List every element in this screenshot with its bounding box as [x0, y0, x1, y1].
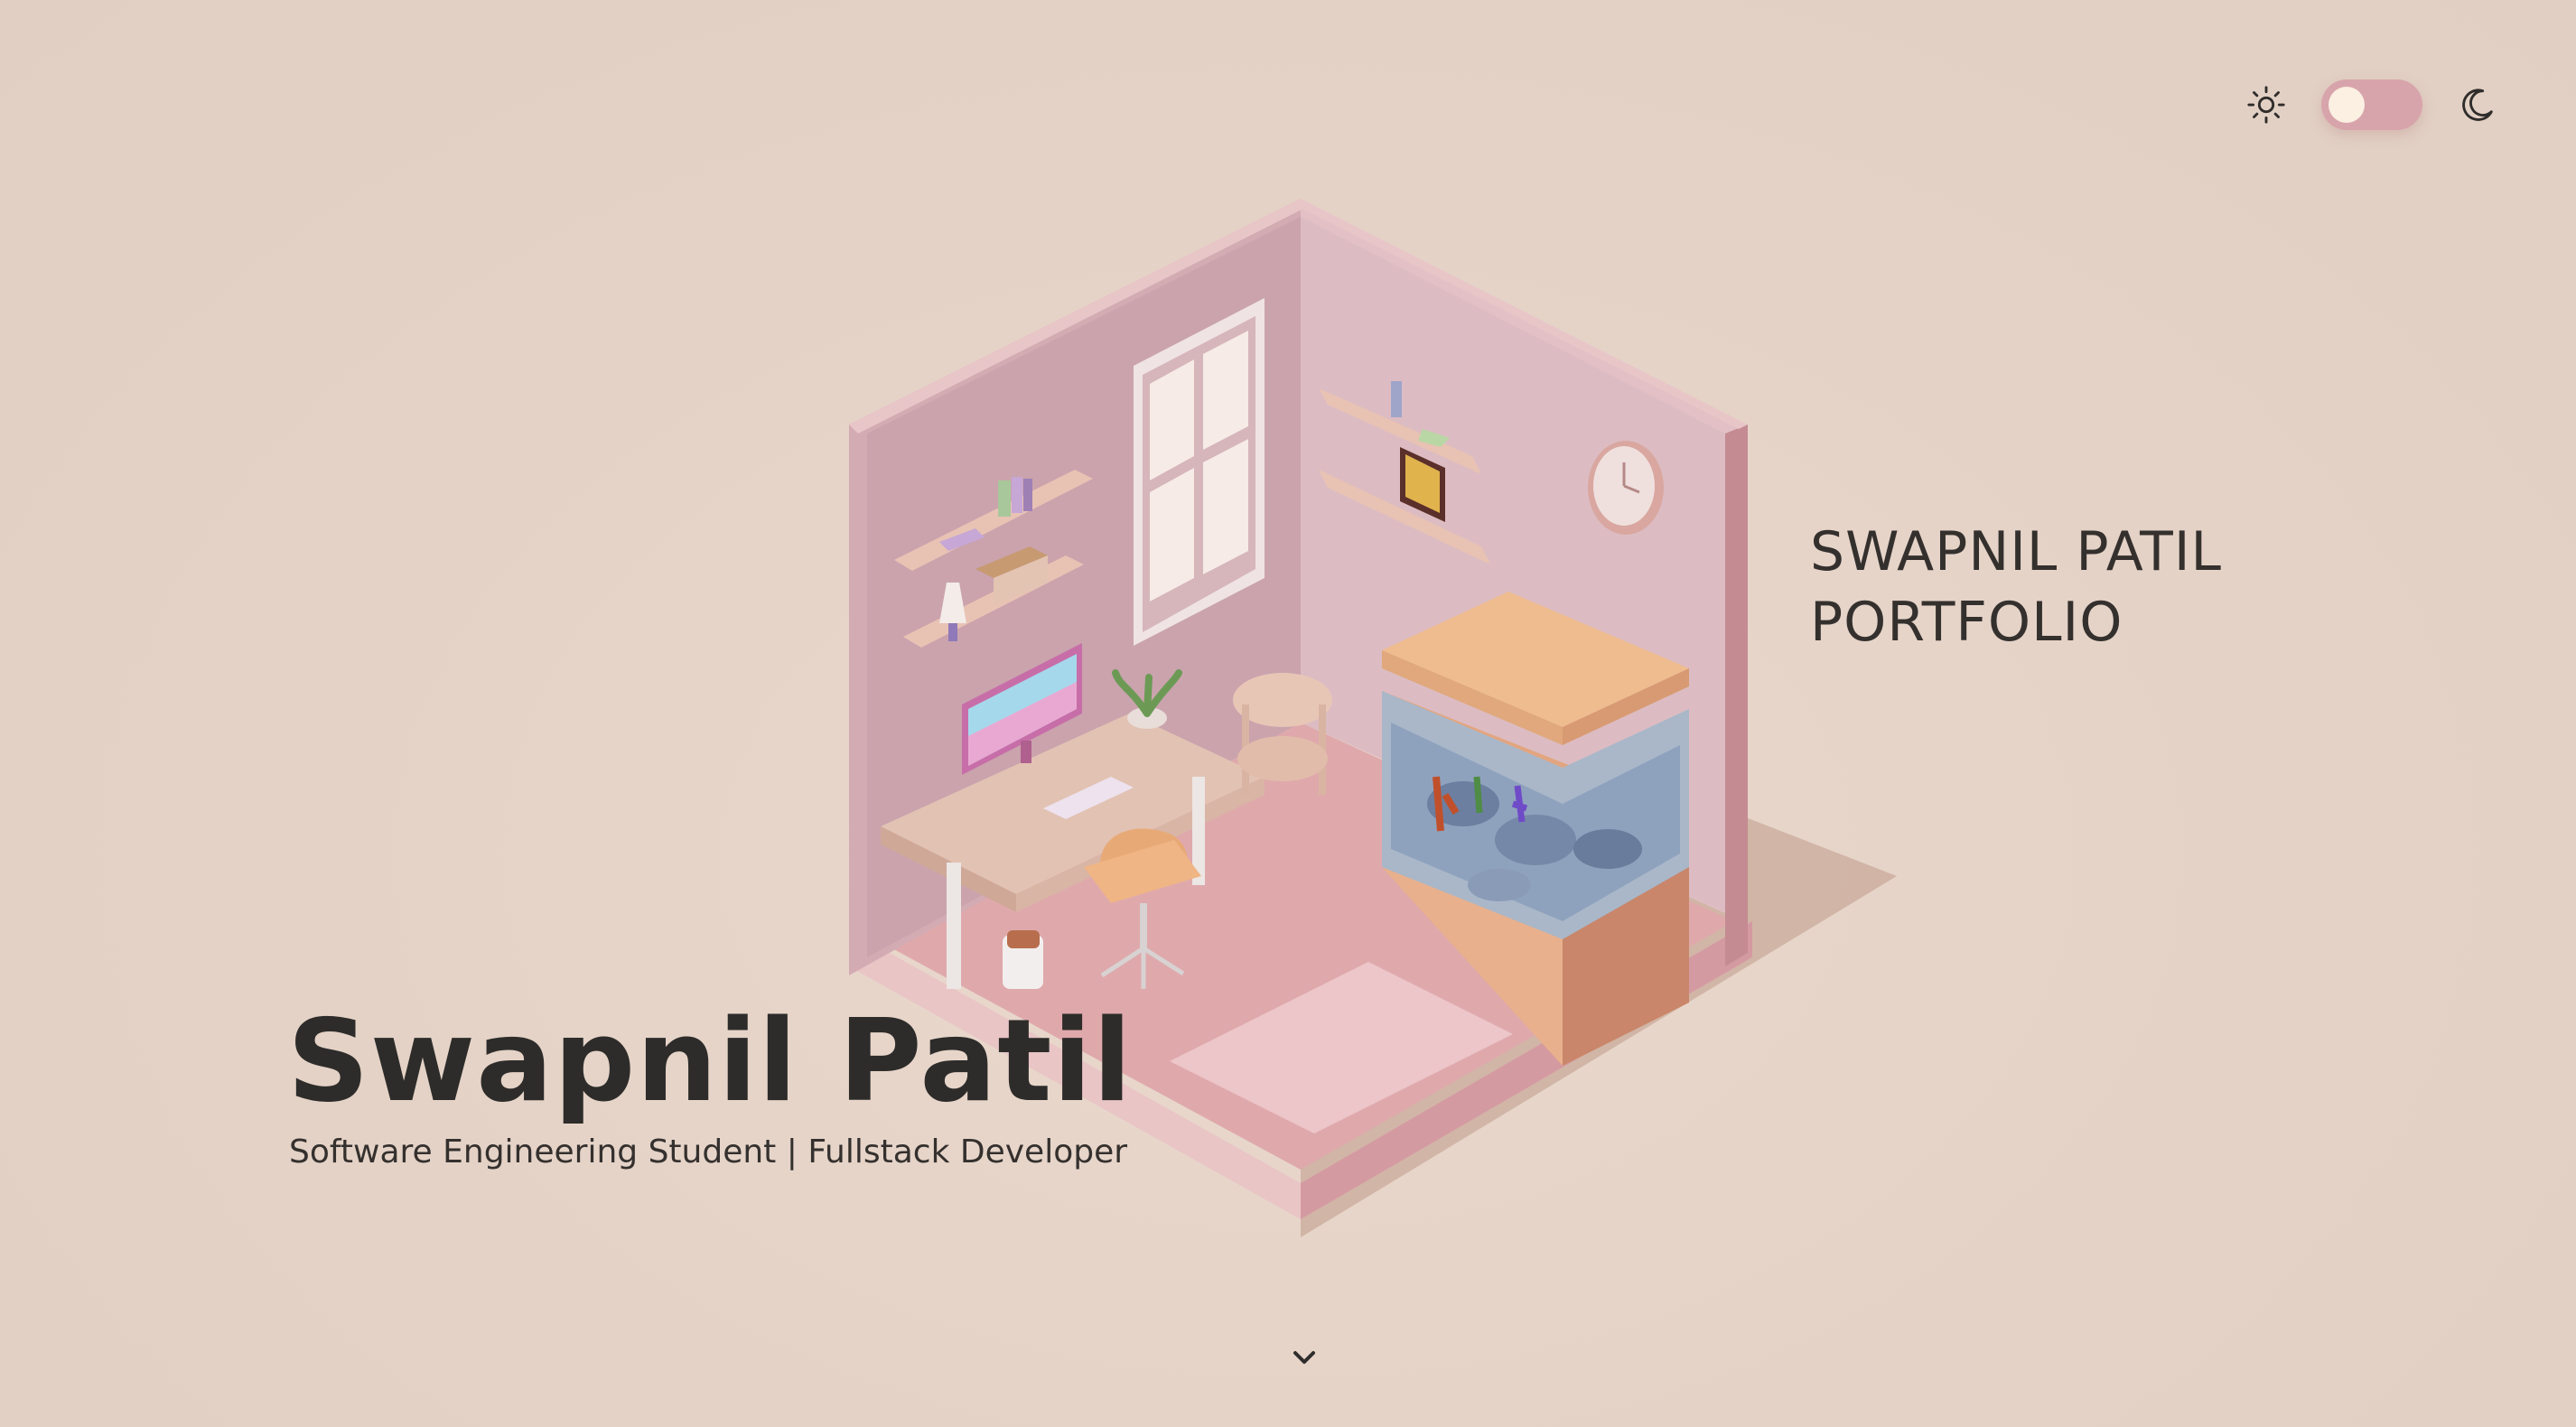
hero-subtitle: Software Engineering Student | Fullstack…	[289, 1133, 1128, 1171]
theme-toggle	[2245, 74, 2498, 135]
theme-switch[interactable]	[2321, 79, 2422, 130]
portfolio-landing-page: SWAPNIL PATIL PORTFOLIO Swapnil Patil So…	[0, 0, 2576, 1427]
chevron-down-icon	[1293, 1351, 1315, 1364]
scroll-down-button[interactable]	[1286, 1344, 1322, 1371]
portfolio-side-title: SWAPNIL PATIL PORTFOLIO	[1810, 517, 2222, 658]
hero-name: Swapnil Patil	[287, 994, 1133, 1127]
side-title-line-1: SWAPNIL PATIL	[1810, 520, 2222, 583]
sun-icon[interactable]	[2245, 84, 2287, 126]
side-title-line-2: PORTFOLIO	[1810, 591, 2123, 654]
moon-icon[interactable]	[2457, 84, 2498, 126]
theme-switch-knob	[2329, 87, 2365, 123]
